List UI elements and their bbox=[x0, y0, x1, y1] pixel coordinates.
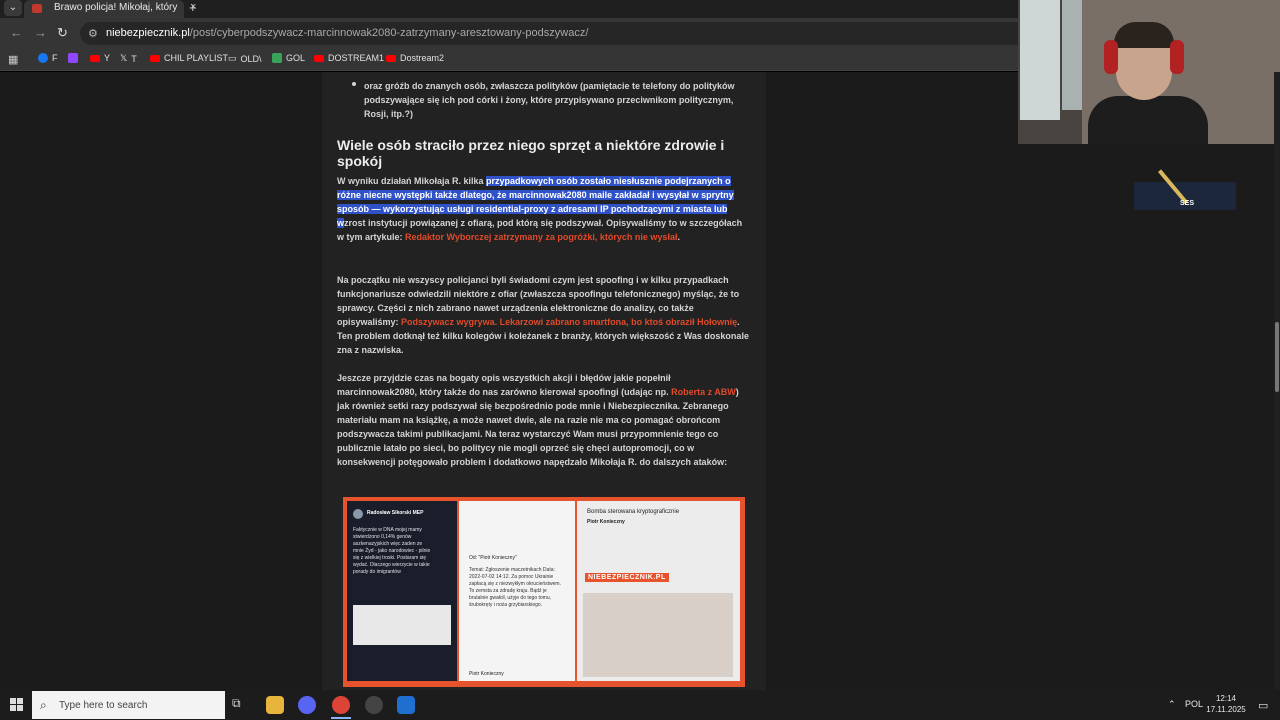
email-signature: Piotr Konieczny bbox=[469, 671, 504, 677]
reload-icon[interactable]: ↻ bbox=[57, 25, 68, 41]
twitch-icon bbox=[68, 53, 78, 63]
bookmark-old-folder[interactable]: ▭ OLD\ bbox=[228, 53, 262, 64]
email-screenshot: Od: "Piotr Konieczny" Temat: Zgłoszenie … bbox=[459, 501, 575, 681]
clock-date: 17.11.2025 bbox=[1206, 705, 1246, 714]
bookmark-label: OLD\ bbox=[240, 53, 262, 64]
person-body bbox=[1088, 96, 1208, 144]
email-body: Temat: Zgłoszenie maczetnikach Data: 202… bbox=[469, 567, 561, 608]
article-link[interactable]: Podszywacz wygrywa. Lekarzowi zabrano sm… bbox=[401, 317, 737, 327]
article-link[interactable]: Redaktor Wyborczej zatrzymany za pogróżk… bbox=[405, 232, 677, 242]
facebook-icon bbox=[38, 53, 48, 63]
quoted-tweet bbox=[353, 605, 451, 645]
language-indicator[interactable]: POL bbox=[1185, 699, 1203, 709]
taskbar-search-box[interactable]: ⌕ Type here to search bbox=[32, 691, 225, 719]
tweet-text: Faktycznie w DNA mojej mamy stwierdzono … bbox=[353, 527, 431, 575]
search-icon: ⌕ bbox=[40, 698, 47, 712]
file-explorer-icon[interactable] bbox=[266, 696, 284, 714]
bookmark-twitch[interactable] bbox=[68, 53, 78, 63]
screen: ⌄ Brawo policja! Mikołaj, który p × + ← … bbox=[0, 0, 1280, 720]
forward-icon[interactable]: → bbox=[34, 25, 47, 40]
task-view-icon[interactable]: ⧉ bbox=[232, 696, 250, 714]
x-icon: 𝕏 bbox=[120, 53, 128, 63]
bookmark-label: T bbox=[131, 53, 137, 64]
tweet-screenshot: Radosław Sikorski MEP Faktycznie w DNA m… bbox=[347, 501, 457, 681]
text: zrost instytucji powiązanej z ofiarą, po… bbox=[344, 218, 604, 228]
form-screenshot bbox=[583, 593, 733, 677]
person-hair bbox=[1114, 22, 1174, 48]
headset-icon bbox=[1104, 40, 1118, 74]
folder-icon: ▭ bbox=[228, 53, 237, 63]
text: W wyniku działań Mikołaja R. kilka bbox=[337, 176, 487, 186]
site-favicon-icon bbox=[32, 4, 42, 13]
overlay-badge-text: SES bbox=[1180, 200, 1195, 207]
taskbar: ⌕ Type here to search ⧉ ⌃ POL 12:14 17.1… bbox=[0, 690, 1280, 720]
list-item: oraz gróźb do znanych osób, zwłaszcza po… bbox=[364, 81, 735, 119]
paragraph-1: W wyniku działań Mikołaja R. kilka przyp… bbox=[337, 174, 751, 244]
email-sender: Piotr Konieczny bbox=[587, 519, 625, 525]
paragraph-3: Jeszcze przyjdzie czas na bogaty opis ws… bbox=[337, 371, 751, 469]
windows-start-icon[interactable] bbox=[10, 698, 24, 712]
apps-grid-icon[interactable]: ▦ bbox=[8, 53, 18, 66]
headset-icon bbox=[1170, 40, 1184, 74]
gol-icon bbox=[272, 53, 282, 63]
bullet-dot bbox=[352, 82, 356, 86]
bookmark-label: DOSTREAM1 bbox=[328, 53, 385, 63]
url-host: niebezpiecznik.pl bbox=[106, 27, 190, 39]
text: . bbox=[677, 232, 680, 242]
article-link[interactable]: Roberta z ABW bbox=[671, 387, 736, 397]
avatar bbox=[353, 509, 363, 519]
bookmark-label: CHIL PLAYLIST bbox=[164, 53, 229, 63]
chrome-icon[interactable] bbox=[332, 696, 350, 714]
url-text[interactable]: niebezpiecznik.pl/post/cyberpodszywacz-m… bbox=[106, 27, 588, 39]
bookmark-dostream1[interactable]: DOSTREAM1 bbox=[314, 53, 384, 63]
bookmark-label: GOL bbox=[286, 53, 306, 63]
address-bar[interactable]: ⚙ niebezpiecznik.pl/post/cyberpodszywacz… bbox=[80, 22, 1130, 45]
discord-icon[interactable] bbox=[298, 696, 316, 714]
window-background bbox=[1062, 0, 1082, 110]
new-tab-button[interactable]: + bbox=[189, 0, 197, 15]
clock-time: 12:14 bbox=[1215, 694, 1237, 703]
article-image[interactable]: Radosław Sikorski MEP Faktycznie w DNA m… bbox=[343, 497, 745, 687]
bookmark-label: F bbox=[52, 53, 58, 63]
bookmark-dostream2[interactable]: Dostream2 bbox=[386, 53, 444, 63]
text: Jeszcze przyjdzie czas na bogaty opis ws… bbox=[337, 373, 672, 397]
watermark: NIEBEZPIECZNIK.PL bbox=[585, 573, 669, 582]
bookmark-gol[interactable]: GOL bbox=[272, 53, 305, 63]
back-icon[interactable]: ← bbox=[10, 25, 23, 40]
email-subject: Bomba sterowana kryptograficznie bbox=[587, 509, 680, 515]
scrollbar-thumb[interactable] bbox=[1275, 322, 1279, 392]
text: ) jak również setki razy podszywał się b… bbox=[337, 387, 739, 467]
tab-title: Brawo policja! Mikołaj, który p bbox=[54, 2, 178, 13]
window-background bbox=[1020, 0, 1060, 120]
bookmark-label: Dostream2 bbox=[400, 53, 445, 63]
section-heading: Wiele osób straciło przez niego sprzęt a… bbox=[337, 137, 725, 169]
notifications-icon[interactable]: ▭ bbox=[1258, 699, 1268, 712]
site-info-icon[interactable]: ⚙ bbox=[88, 27, 98, 40]
bookmark-x[interactable]: 𝕏T bbox=[120, 53, 137, 64]
bookmark-label: Y bbox=[104, 53, 111, 63]
email-screenshot-2: Bomba sterowana kryptograficznie Piotr K… bbox=[577, 501, 740, 681]
tweet-author: Radosław Sikorski MEP bbox=[367, 510, 424, 516]
webcam-overlay bbox=[1018, 0, 1280, 144]
obs-icon[interactable] bbox=[365, 696, 383, 714]
paragraph-2: Na początku nie wszyscy policjanci byli … bbox=[337, 273, 751, 357]
bookmark-facebook[interactable]: F bbox=[38, 53, 58, 63]
url-path: /post/cyberpodszywacz-marcinnowak2080-za… bbox=[189, 27, 589, 39]
active-app-indicator bbox=[331, 717, 351, 719]
tray-chevron-icon[interactable]: ⌃ bbox=[1168, 699, 1176, 710]
clock[interactable]: 12:14 17.11.2025 bbox=[1206, 693, 1246, 715]
youtube-icon bbox=[386, 54, 396, 62]
app-icon[interactable] bbox=[397, 696, 415, 714]
youtube-icon bbox=[150, 54, 160, 62]
bookmark-youtube[interactable]: Y bbox=[90, 53, 110, 63]
youtube-icon bbox=[90, 54, 100, 62]
bookmark-chil-playlist[interactable]: CHIL PLAYLIST bbox=[150, 53, 228, 63]
page-scrollbar[interactable] bbox=[1274, 72, 1280, 690]
tab-search-button[interactable]: ⌄ bbox=[4, 0, 22, 16]
youtube-icon bbox=[314, 54, 324, 62]
tab-active[interactable]: Brawo policja! Mikołaj, który p × bbox=[24, 0, 196, 18]
search-placeholder: Type here to search bbox=[59, 700, 148, 711]
email-from: Od: "Piotr Konieczny" bbox=[469, 555, 517, 561]
